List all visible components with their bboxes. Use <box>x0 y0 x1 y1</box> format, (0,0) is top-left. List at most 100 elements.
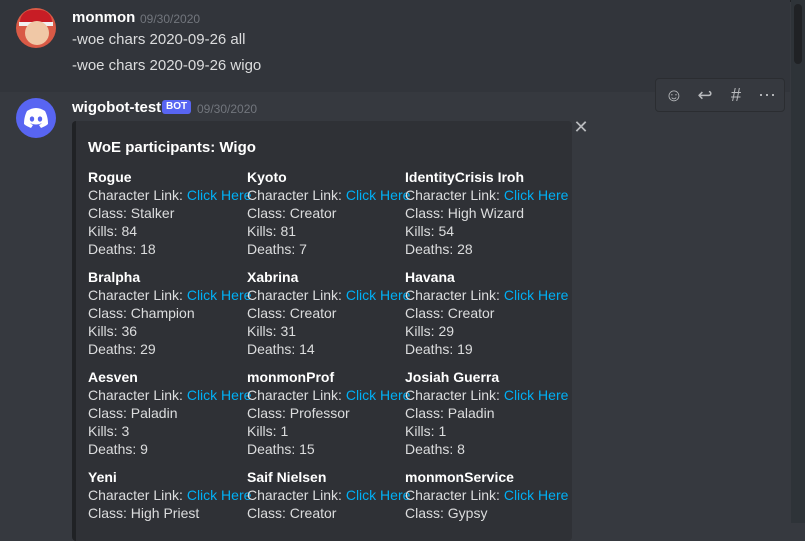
character-link[interactable]: Click Here <box>187 387 252 403</box>
character-link[interactable]: Click Here <box>346 487 411 503</box>
participant-deaths: Deaths: 8 <box>405 441 465 457</box>
participant-name: Rogue <box>88 169 132 185</box>
participant-field: Josiah Guerra Character Link: Click Here C… <box>405 368 568 458</box>
character-link-label: Character Link: <box>405 487 500 503</box>
character-link-label: Character Link: <box>88 287 183 303</box>
participant-kills: Kills: 31 <box>247 323 297 339</box>
participant-name: IdentityCrisis Iroh <box>405 169 525 185</box>
participant-field: monmonProf Character Link: Click Here Clas… <box>247 368 410 458</box>
participant-deaths: Deaths: 29 <box>88 341 156 357</box>
message-text-line: -woe chars 2020-09-26 all <box>72 31 246 48</box>
more-icon[interactable]: ⋯ <box>751 79 783 111</box>
participant-deaths: Deaths: 9 <box>88 441 148 457</box>
character-link-row: Character Link: Click Here <box>247 286 410 304</box>
participant-field: Rogue Character Link: Click Here Class: St… <box>88 168 251 258</box>
participant-name: Yeni <box>88 469 117 485</box>
participant-name: monmonService <box>405 469 514 485</box>
participant-name: Xabrina <box>247 269 299 285</box>
character-link[interactable]: Click Here <box>187 287 252 303</box>
username[interactable]: monmon <box>72 9 135 26</box>
participant-field: Aesven Character Link: Click Here Class: P… <box>88 368 251 458</box>
participant-class: Class: Professor <box>247 405 350 421</box>
character-link-row: Character Link: Click Here <box>405 386 568 404</box>
participant-kills: Kills: 1 <box>405 423 447 439</box>
participant-kills: Kills: 36 <box>88 323 138 339</box>
participant-class: Class: Creator <box>247 305 337 321</box>
character-link-row: Character Link: Click Here <box>247 186 410 204</box>
participant-field: Yeni Character Link: Click Here Class: Hig… <box>88 468 251 522</box>
character-link[interactable]: Click Here <box>187 487 252 503</box>
participant-class: Class: High Wizard <box>405 205 525 221</box>
participant-class: Class: Creator <box>247 205 337 221</box>
character-link-label: Character Link: <box>405 187 500 203</box>
character-link-row: Character Link: Click Here <box>405 486 568 504</box>
character-link-label: Character Link: <box>247 287 342 303</box>
character-link[interactable]: Click Here <box>187 187 252 203</box>
character-link-label: Character Link: <box>247 187 342 203</box>
participant-kills: Kills: 54 <box>405 223 455 239</box>
character-link[interactable]: Click Here <box>504 487 569 503</box>
participant-deaths: Deaths: 7 <box>247 241 307 257</box>
character-link[interactable]: Click Here <box>504 287 569 303</box>
character-link[interactable]: Click Here <box>346 287 411 303</box>
close-icon[interactable]: ✕ <box>573 118 589 136</box>
character-link-label: Character Link: <box>88 387 183 403</box>
participant-class: Class: Gypsy <box>405 505 488 521</box>
user-avatar[interactable] <box>16 8 56 48</box>
add-reaction-icon[interactable]: ☺ <box>658 79 690 111</box>
participant-name: monmonProf <box>247 369 335 385</box>
scrollbar-thumb[interactable] <box>794 4 802 64</box>
participant-name: Bralpha <box>88 269 141 285</box>
participant-field: Saif Nielsen Character Link: Click Here Cl… <box>247 468 410 522</box>
character-link-label: Character Link: <box>88 187 183 203</box>
participant-deaths: Deaths: 14 <box>247 341 315 357</box>
message-timestamp: 09/30/2020 <box>140 12 201 26</box>
character-link-label: Character Link: <box>247 487 342 503</box>
participant-name: Josiah Guerra <box>405 369 500 385</box>
participant-kills: Kills: 3 <box>88 423 130 439</box>
character-link-row: Character Link: Click Here <box>88 486 251 504</box>
character-link[interactable]: Click Here <box>346 387 411 403</box>
character-link-row: Character Link: Click Here <box>405 286 568 304</box>
participant-deaths: Deaths: 15 <box>247 441 315 457</box>
participant-class: Class: Creator <box>247 505 337 521</box>
participant-field: IdentityCrisis Iroh Character Link: Click… <box>405 168 568 258</box>
character-link-row: Character Link: Click Here <box>405 186 568 204</box>
participant-class: Class: Champion <box>88 305 195 321</box>
participant-deaths: Deaths: 18 <box>88 241 156 257</box>
participant-class: Class: High Priest <box>88 505 200 521</box>
scrollbar-track[interactable] <box>791 0 805 523</box>
character-link[interactable]: Click Here <box>504 387 569 403</box>
participant-field: Bralpha Character Link: Click Here Class: … <box>88 268 251 358</box>
participant-deaths: Deaths: 28 <box>405 241 473 257</box>
participant-class: Class: Paladin <box>405 405 495 421</box>
participant-field: Havana Character Link: Click Here Class: C… <box>405 268 568 358</box>
participant-field: Xabrina Character Link: Click Here Class: … <box>247 268 410 358</box>
participant-name: Aesven <box>88 369 138 385</box>
character-link-row: Character Link: Click Here <box>88 186 251 204</box>
participant-deaths: Deaths: 19 <box>405 341 473 357</box>
participant-name: Kyoto <box>247 169 287 185</box>
participant-class: Class: Paladin <box>88 405 178 421</box>
participant-kills: Kills: 1 <box>247 423 289 439</box>
embed-title: WoE participants: Wigo <box>88 139 256 156</box>
participant-kills: Kills: 81 <box>247 223 297 239</box>
bot-avatar[interactable] <box>16 98 56 138</box>
avatar-face-shape <box>25 21 49 45</box>
bot-username[interactable]: wigobot-test <box>72 99 161 116</box>
participant-field: Kyoto Character Link: Click Here Class: Cr… <box>247 168 410 258</box>
character-link-row: Character Link: Click Here <box>247 386 410 404</box>
character-link-label: Character Link: <box>88 487 183 503</box>
character-link-label: Character Link: <box>405 287 500 303</box>
character-link-label: Character Link: <box>247 387 342 403</box>
message-action-bar: ☺ ↩ # ⋯ <box>655 78 785 112</box>
character-link-label: Character Link: <box>405 387 500 403</box>
reply-icon[interactable]: ↩ <box>689 79 721 111</box>
character-link[interactable]: Click Here <box>504 187 569 203</box>
create-thread-icon[interactable]: # <box>720 79 752 111</box>
bot-badge: BOT <box>162 100 192 114</box>
character-link-row: Character Link: Click Here <box>88 286 251 304</box>
character-link[interactable]: Click Here <box>346 187 411 203</box>
participant-kills: Kills: 84 <box>88 223 138 239</box>
participant-name: Havana <box>405 269 455 285</box>
